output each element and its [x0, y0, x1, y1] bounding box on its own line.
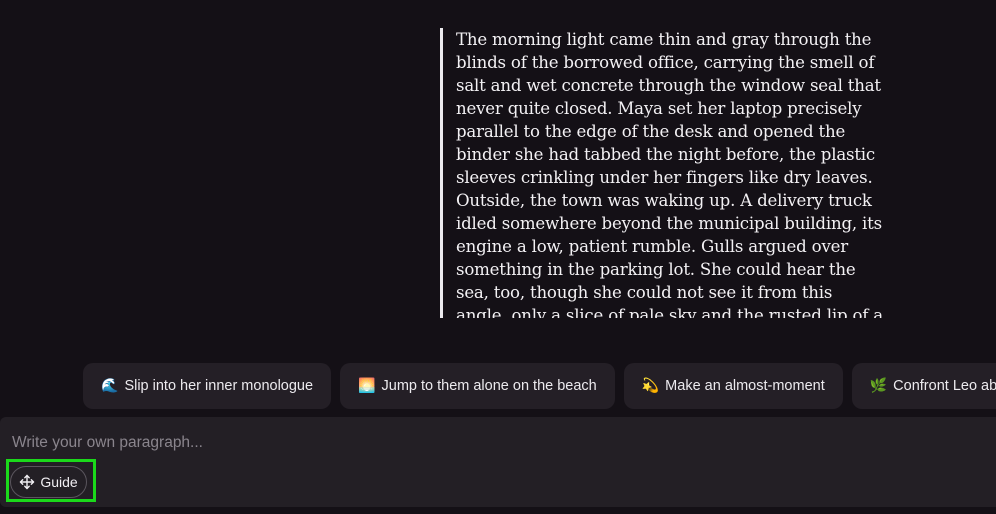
dizzy-star-icon: 💫	[641, 378, 660, 394]
guide-label: Guide	[40, 474, 78, 490]
suggestion-almost-moment[interactable]: 💫 Make an almost-moment	[623, 363, 843, 409]
suggestion-label: Confront Leo about t	[893, 378, 996, 394]
suggestion-label: Make an almost-moment	[665, 378, 825, 394]
move-arrows-icon	[19, 474, 35, 490]
bottom-margin	[0, 507, 996, 514]
herb-icon: 🌿	[869, 378, 888, 394]
suggestion-label: Jump to them alone on the beach	[381, 378, 597, 394]
story-paragraph: The morning light came thin and gray thr…	[456, 30, 883, 318]
story-panel: The morning light came thin and gray thr…	[440, 28, 883, 318]
guide-button[interactable]: Guide	[10, 466, 87, 498]
sunrise-icon: 🌅	[358, 378, 376, 394]
suggestion-confront-leo[interactable]: 🌿 Confront Leo about t	[851, 363, 996, 409]
suggestion-inner-monologue[interactable]: 🌊 Slip into her inner monologue	[83, 363, 332, 409]
paragraph-input[interactable]	[12, 431, 982, 455]
suggestion-beach[interactable]: 🌅 Jump to them alone on the beach	[340, 363, 615, 409]
wave-icon: 🌊	[101, 378, 119, 394]
composer	[0, 417, 996, 507]
suggestion-chips: 🌊 Slip into her inner monologue 🌅 Jump t…	[83, 363, 996, 409]
suggestion-label: Slip into her inner monologue	[124, 378, 314, 394]
